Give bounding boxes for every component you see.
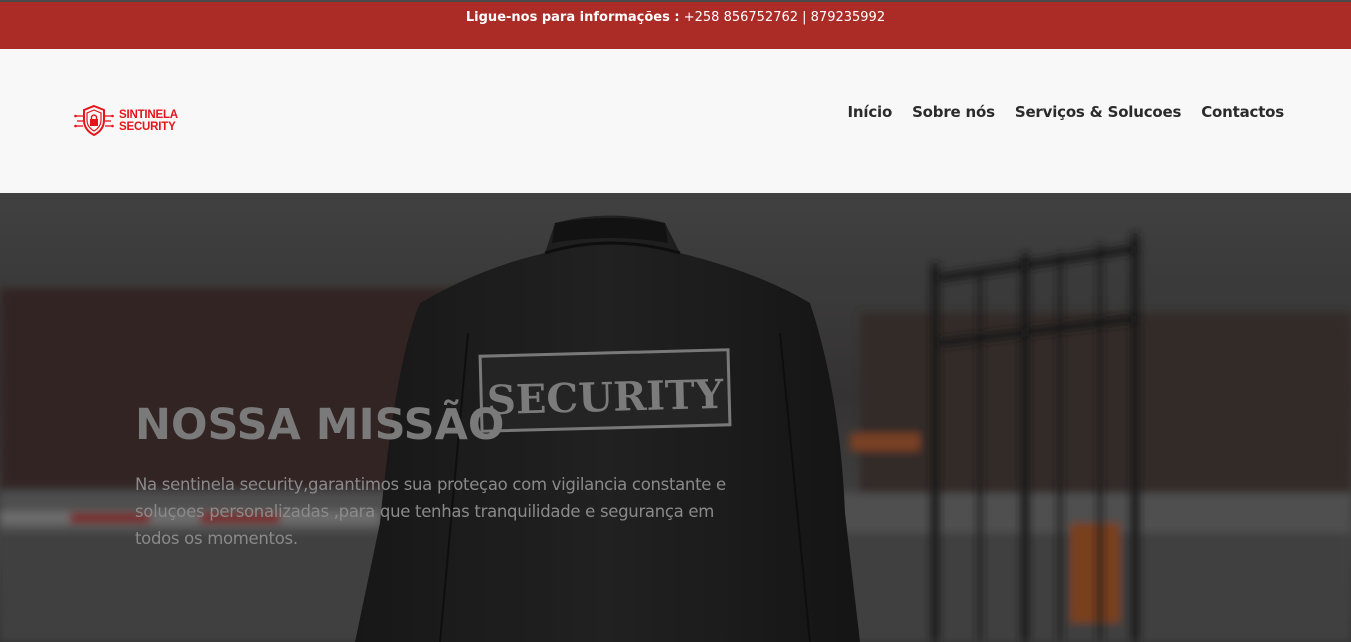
hero-title: NOSSA MISSÃO [135, 400, 505, 450]
main-nav: Início Sobre nós Serviços & Solucoes Con… [848, 103, 1285, 121]
shield-lock-icon [74, 104, 114, 137]
contact-label: Ligue-nos para informações : [465, 10, 680, 25]
logo-wordmark: SINTINELA SECURITY [119, 109, 178, 133]
site-header: SINTINELA SECURITY Início Sobre nós Serv… [0, 49, 1351, 193]
nav-servicos[interactable]: Serviços & Solucoes [1015, 103, 1182, 121]
site-logo[interactable]: SINTINELA SECURITY [74, 104, 188, 138]
contact-phones[interactable]: +258 856752762 | 879235992 [684, 10, 885, 25]
hero-description: Na sentinela security,garantimos sua pro… [135, 475, 726, 548]
top-contact-bar: Ligue-nos para informações : +258 856752… [0, 0, 1351, 49]
nav-sobre-nos[interactable]: Sobre nós [912, 103, 995, 121]
hero-section: SECURITY NOSSA MISSÃO Na sentinela secur… [0, 193, 1351, 642]
nav-inicio[interactable]: Início [848, 103, 893, 121]
logo-line-1: SINTINELA [119, 109, 178, 121]
nav-contactos[interactable]: Contactos [1201, 103, 1284, 121]
logo-line-2: SECURITY [119, 121, 176, 133]
